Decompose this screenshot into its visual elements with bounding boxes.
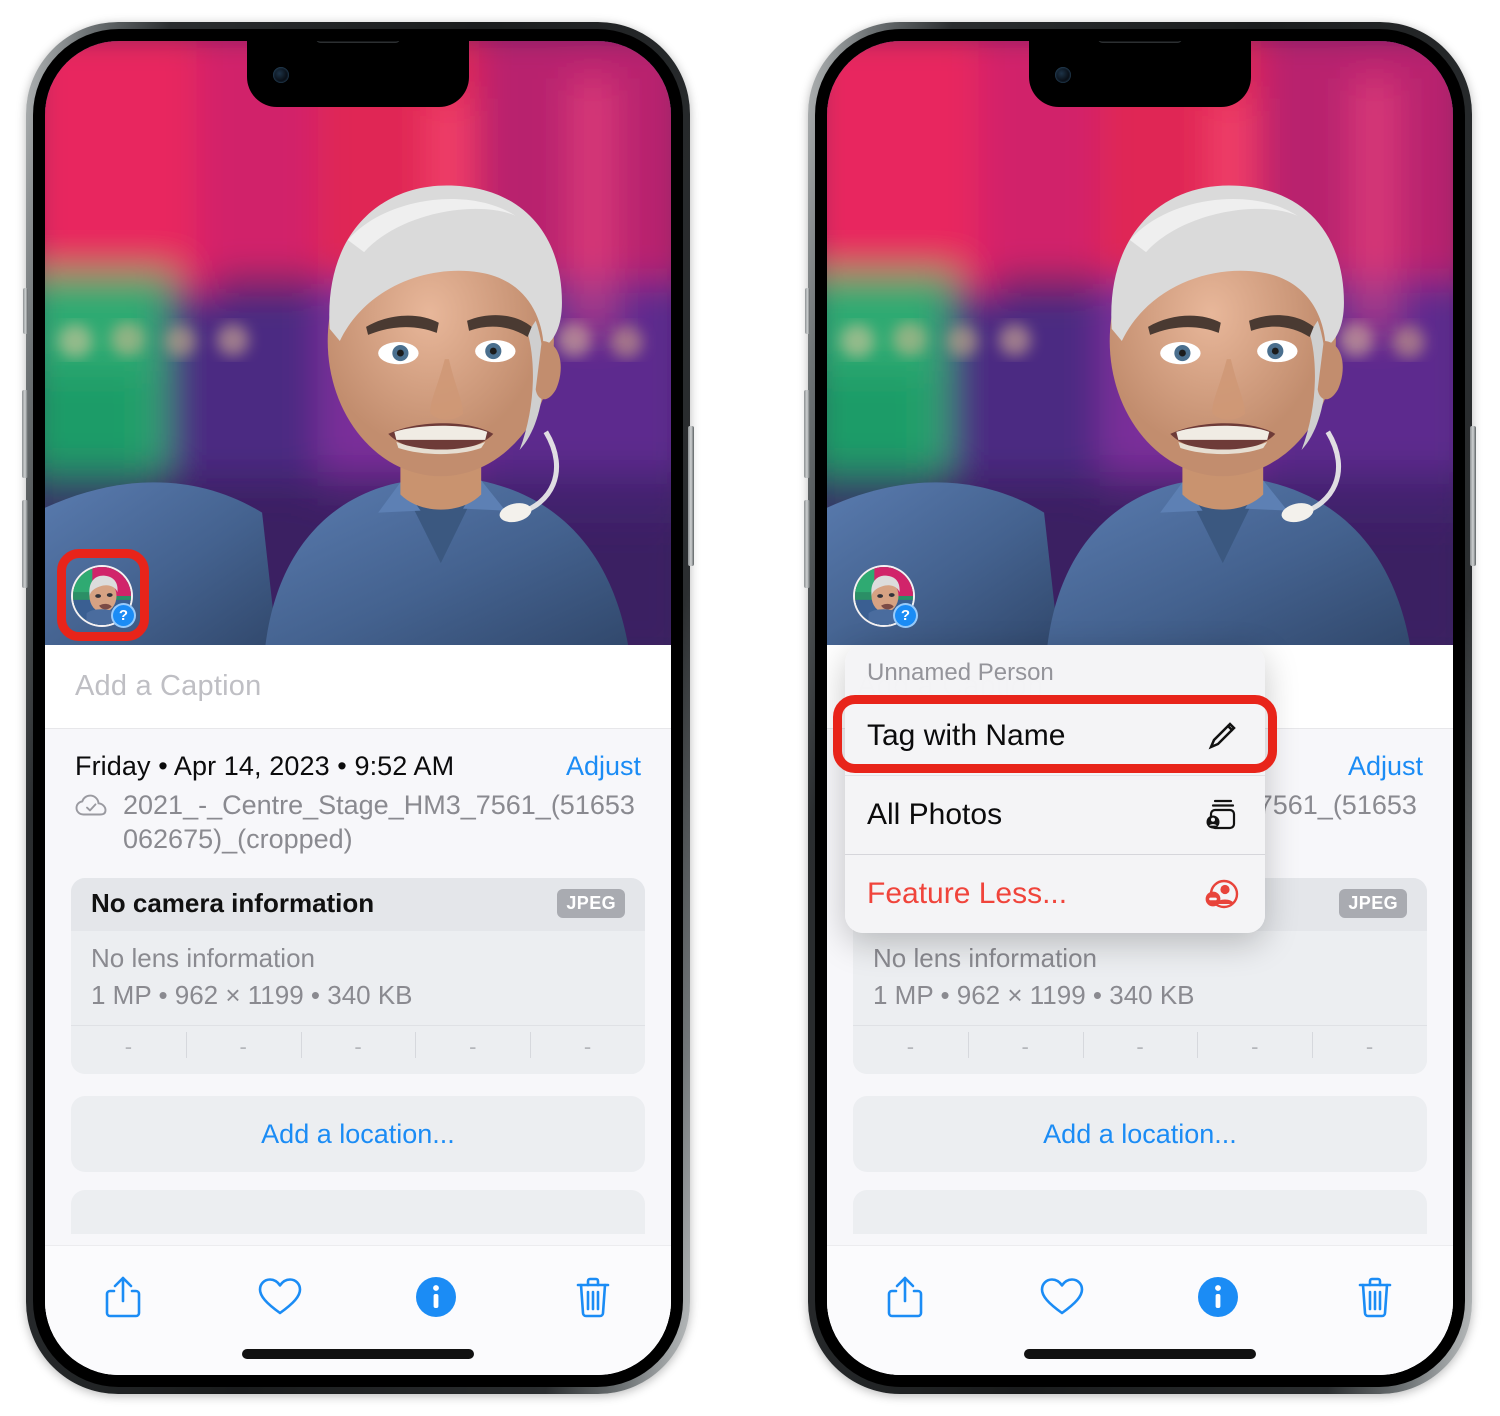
date-text: Friday • Apr 14, 2023 • 9:52 AM (75, 751, 455, 781)
camera-card-header: No camera information JPEG (71, 878, 645, 932)
share-icon (886, 1274, 924, 1325)
phone-bezel-left: ? Add a Caption Friday • Apr 14, 2023 • … (33, 29, 683, 1387)
info-button[interactable] (1183, 1268, 1253, 1330)
notch-right (1029, 41, 1251, 107)
volume-up-button[interactable] (22, 390, 28, 478)
phone-left: ? Add a Caption Friday • Apr 14, 2023 • … (22, 22, 694, 1394)
home-indicator[interactable] (1024, 1349, 1256, 1359)
context-menu-header: Unnamed Person (867, 659, 1054, 686)
heart-icon (1040, 1277, 1084, 1322)
exif-cell: - (1312, 1032, 1427, 1060)
exif-cell: - (1082, 1032, 1198, 1060)
specs-text: 1 MP • 962 × 1199 • 340 KB (873, 980, 1195, 1011)
front-camera-icon (1055, 67, 1071, 83)
trash-icon (574, 1275, 612, 1324)
camera-card-body: No lens information 1 MP • 962 × 1199 • … (71, 931, 645, 1026)
info-button[interactable] (401, 1268, 471, 1330)
format-badge: JPEG (1339, 889, 1407, 919)
home-indicator[interactable] (242, 1349, 474, 1359)
photo-viewer-left[interactable]: ? (45, 41, 671, 645)
cloud-check-icon (75, 794, 109, 824)
bottom-toolbar-right (827, 1245, 1453, 1375)
adjust-button[interactable]: Adjust (566, 751, 641, 782)
lens-info-text: No lens information (873, 943, 1097, 974)
adjust-button[interactable]: Adjust (1348, 751, 1423, 782)
face-thumbnail[interactable]: ? (71, 565, 136, 628)
earpiece-speaker-icon (316, 41, 400, 43)
silent-switch[interactable] (805, 288, 810, 334)
volume-up-button[interactable] (804, 390, 810, 478)
menu-item-label: Tag with Name (867, 719, 1066, 752)
exif-row: - - - - - (71, 1025, 645, 1075)
menu-item-tag-with-name[interactable]: Tag with Name (845, 697, 1265, 775)
info-icon (415, 1276, 457, 1323)
partial-card-below (853, 1190, 1427, 1235)
exif-cell: - (1197, 1032, 1312, 1060)
bottom-toolbar-left (45, 1245, 671, 1375)
exif-row: - - - - - (853, 1025, 1427, 1075)
photo-image (45, 41, 671, 645)
screenshot-canvas: ? Add a Caption Friday • Apr 14, 2023 • … (0, 0, 1500, 1416)
camera-detail-card[interactable]: No camera information JPEG No lens infor… (71, 878, 645, 1075)
front-camera-icon (273, 67, 289, 83)
camera-info-text: No camera information (91, 888, 375, 919)
earpiece-speaker-icon (1098, 41, 1182, 43)
date-row: Friday • Apr 14, 2023 • 9:52 AM Adjust (45, 729, 671, 782)
caption-placeholder: Add a Caption (75, 670, 262, 702)
phone-screen-right: ? Add a Caption Friday • Apr 14, 2023 • … (827, 41, 1453, 1375)
exif-cell: - (124, 1034, 133, 1060)
lens-info-text: No lens information (91, 943, 315, 974)
caption-field[interactable]: Add a Caption (45, 645, 671, 729)
power-button[interactable] (1470, 426, 1476, 566)
exif-cell: - (185, 1032, 301, 1060)
share-button[interactable] (88, 1268, 158, 1330)
menu-item-feature-less[interactable]: Feature Less... (845, 854, 1265, 933)
add-location-label: Add a location... (1043, 1118, 1237, 1149)
unknown-person-badge: ? (111, 603, 136, 628)
trash-icon (1356, 1275, 1394, 1324)
favorite-button[interactable] (1027, 1268, 1097, 1330)
phone-right: ? Add a Caption Friday • Apr 14, 2023 • … (804, 22, 1476, 1394)
info-icon (1197, 1276, 1239, 1323)
phone-bezel-right: ? Add a Caption Friday • Apr 14, 2023 • … (815, 29, 1465, 1387)
camera-card-body: No lens information 1 MP • 962 × 1199 • … (853, 931, 1427, 1026)
delete-button[interactable] (558, 1268, 628, 1330)
filename-row: 2021_-_Centre_Stage_HM3_7561_(5165306267… (45, 782, 671, 856)
exif-cell: - (415, 1032, 530, 1060)
silent-switch[interactable] (23, 288, 28, 334)
person-minus-icon (1201, 873, 1243, 915)
photo-viewer-right[interactable]: ? (827, 41, 1453, 645)
exif-cell: - (967, 1032, 1083, 1060)
favorite-button[interactable] (245, 1268, 315, 1330)
add-location-button[interactable]: Add a location... (853, 1096, 1427, 1173)
photo-stack-person-icon (1201, 794, 1243, 836)
face-thumbnail[interactable]: ? (853, 565, 918, 628)
filename-text: 2021_-_Centre_Stage_HM3_7561_(5165306267… (123, 790, 635, 855)
exif-cell: - (300, 1032, 416, 1060)
share-button[interactable] (870, 1268, 940, 1330)
share-icon (104, 1274, 142, 1325)
specs-text: 1 MP • 962 × 1199 • 340 KB (91, 980, 413, 1011)
unknown-person-badge: ? (893, 603, 918, 628)
phone-screen-left: ? Add a Caption Friday • Apr 14, 2023 • … (45, 41, 671, 1375)
heart-icon (258, 1277, 302, 1322)
pencil-icon (1201, 715, 1243, 757)
exif-cell: - (906, 1034, 915, 1060)
add-location-label: Add a location... (261, 1118, 455, 1149)
volume-down-button[interactable] (804, 500, 810, 588)
notch-left (247, 41, 469, 107)
person-context-menu[interactable]: Unnamed Person Tag with Name All Photos … (845, 645, 1265, 933)
menu-item-all-photos[interactable]: All Photos (845, 775, 1265, 854)
add-location-button[interactable]: Add a location... (71, 1096, 645, 1173)
menu-item-label: All Photos (867, 798, 1003, 831)
power-button[interactable] (688, 426, 694, 566)
exif-cell: - (530, 1032, 645, 1060)
delete-button[interactable] (1340, 1268, 1410, 1330)
partial-card-below (71, 1190, 645, 1235)
volume-down-button[interactable] (22, 500, 28, 588)
format-badge: JPEG (557, 889, 625, 919)
menu-item-label: Feature Less... (867, 877, 1068, 910)
photo-image (827, 41, 1453, 645)
